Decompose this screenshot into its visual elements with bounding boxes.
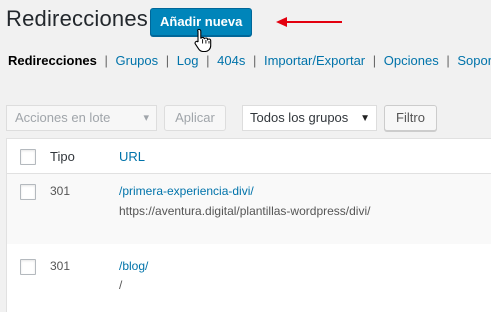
nav-item-404s[interactable]: 404s	[217, 53, 245, 68]
group-filter-value: Todos los grupos	[250, 110, 349, 125]
table-row: 301 /blog/ /	[7, 245, 491, 312]
red-arrow-icon	[276, 17, 342, 27]
nav-separator: |	[104, 53, 108, 68]
redirect-code: 301	[50, 184, 71, 198]
nav-separator: |	[252, 53, 257, 68]
target-url: /	[119, 278, 123, 292]
nav-separator: |	[165, 53, 170, 68]
nav-item-grupos[interactable]: Grupos	[116, 53, 159, 68]
filter-button[interactable]: Filtro	[384, 105, 437, 131]
row-checkbox[interactable]	[20, 184, 36, 200]
nav-item-import-export[interactable]: Importar/Exportar	[264, 53, 365, 68]
source-url-link[interactable]: /primera-experiencia-divi/	[119, 184, 254, 198]
table-row: 301 /primera-experiencia-divi/ https://a…	[7, 174, 491, 244]
nav-item-soporte[interactable]: Soporte	[457, 53, 491, 68]
nav-item-opciones[interactable]: Opciones	[384, 53, 439, 68]
nav-separator: |	[446, 53, 450, 68]
pointer-hand-icon	[194, 28, 212, 52]
chevron-down-icon: ▾	[143, 112, 149, 124]
redirects-table: Tipo URL 301 /primera-experiencia-divi/ …	[6, 138, 491, 312]
row-checkbox[interactable]	[20, 259, 36, 275]
bulk-actions-value: Acciones en lote	[15, 110, 111, 125]
bulk-actions-select[interactable]: Acciones en lote ▾	[6, 105, 157, 131]
apply-button[interactable]: Aplicar	[164, 105, 226, 131]
group-filter-select[interactable]: Todos los grupos ▼	[242, 105, 377, 131]
table-header: Tipo URL	[7, 139, 491, 174]
page-title: Redirecciones	[6, 6, 149, 31]
nav-item-log[interactable]: Log	[177, 53, 199, 68]
select-all-checkbox[interactable]	[20, 149, 36, 165]
nav-separator: |	[206, 53, 210, 68]
column-header-type: Tipo	[50, 149, 75, 164]
nav-separator: |	[372, 53, 377, 68]
chevron-down-icon: ▼	[360, 113, 370, 124]
subsubsub-nav: Redirecciones | Grupos | Log | 404s | Im…	[8, 53, 491, 68]
target-url: https://aventura.digital/plantillas-word…	[119, 204, 371, 218]
source-url-link[interactable]: /blog/	[119, 259, 148, 273]
column-header-url[interactable]: URL	[119, 149, 145, 164]
nav-item-redirecciones[interactable]: Redirecciones	[8, 53, 97, 68]
redirect-code: 301	[50, 259, 71, 273]
